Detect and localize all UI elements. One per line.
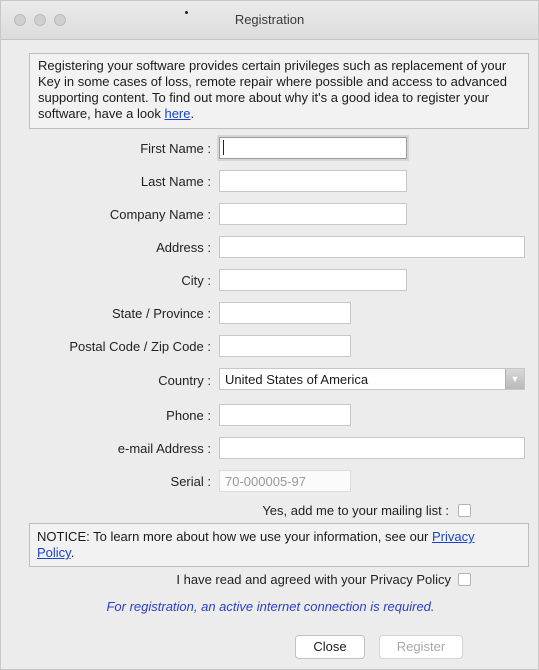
agree-checkbox[interactable]: [458, 573, 471, 586]
state-field[interactable]: [219, 302, 351, 324]
window-title: Registration: [234, 12, 305, 27]
register-button[interactable]: Register: [379, 635, 463, 659]
title-bar: Registration: [1, 1, 538, 40]
registration-window: Registration Registering your software p…: [0, 0, 539, 670]
close-button[interactable]: Close: [295, 635, 365, 659]
requirement-text: For registration, an active internet con…: [106, 599, 435, 614]
last-name-label: Last Name :: [140, 174, 211, 189]
privacy-link-part2[interactable]: Policy: [37, 545, 71, 560]
postal-code-field[interactable]: [219, 335, 351, 357]
last-name-field[interactable]: [219, 170, 407, 192]
notice-text: NOTICE: To learn more about how we use y…: [37, 529, 433, 544]
country-label: Country :: [158, 373, 211, 388]
intro-text: Registering your software provides certa…: [38, 58, 507, 121]
notice-box: NOTICE: To learn more about how we use y…: [29, 523, 529, 567]
phone-field[interactable]: [219, 404, 351, 426]
text-caret: [223, 140, 224, 155]
company-name-label: Company Name :: [109, 207, 211, 222]
state-label: State / Province :: [112, 306, 211, 321]
address-label: Address :: [156, 240, 211, 255]
intro-box: Registering your software provides certa…: [29, 53, 529, 129]
agree-label: I have read and agreed with your Privacy…: [176, 572, 451, 587]
email-field[interactable]: [219, 437, 525, 459]
serial-field: 70-000005-97: [219, 470, 351, 492]
here-link[interactable]: here: [164, 106, 190, 121]
notice-end: .: [70, 545, 75, 560]
first-name-field[interactable]: [219, 137, 407, 159]
first-name-label: First Name :: [140, 141, 211, 156]
city-label: City :: [181, 273, 211, 288]
company-name-field[interactable]: [219, 203, 407, 225]
city-field[interactable]: [219, 269, 407, 291]
country-select[interactable]: United States of America ▼: [219, 368, 525, 390]
privacy-link-part1[interactable]: Privacy: [432, 529, 475, 544]
serial-label: Serial :: [170, 474, 211, 489]
intro-end: .: [190, 106, 195, 121]
country-value: United States of America: [225, 372, 369, 387]
postal-code-label: Postal Code / Zip Code :: [69, 339, 211, 354]
chevron-down-icon[interactable]: ▼: [505, 369, 524, 389]
phone-label: Phone :: [166, 408, 211, 423]
mailing-list-label: Yes, add me to your mailing list :: [262, 503, 449, 518]
email-label: e-mail Address :: [117, 441, 211, 456]
mailing-list-checkbox[interactable]: [458, 504, 471, 517]
address-field[interactable]: [219, 236, 525, 258]
